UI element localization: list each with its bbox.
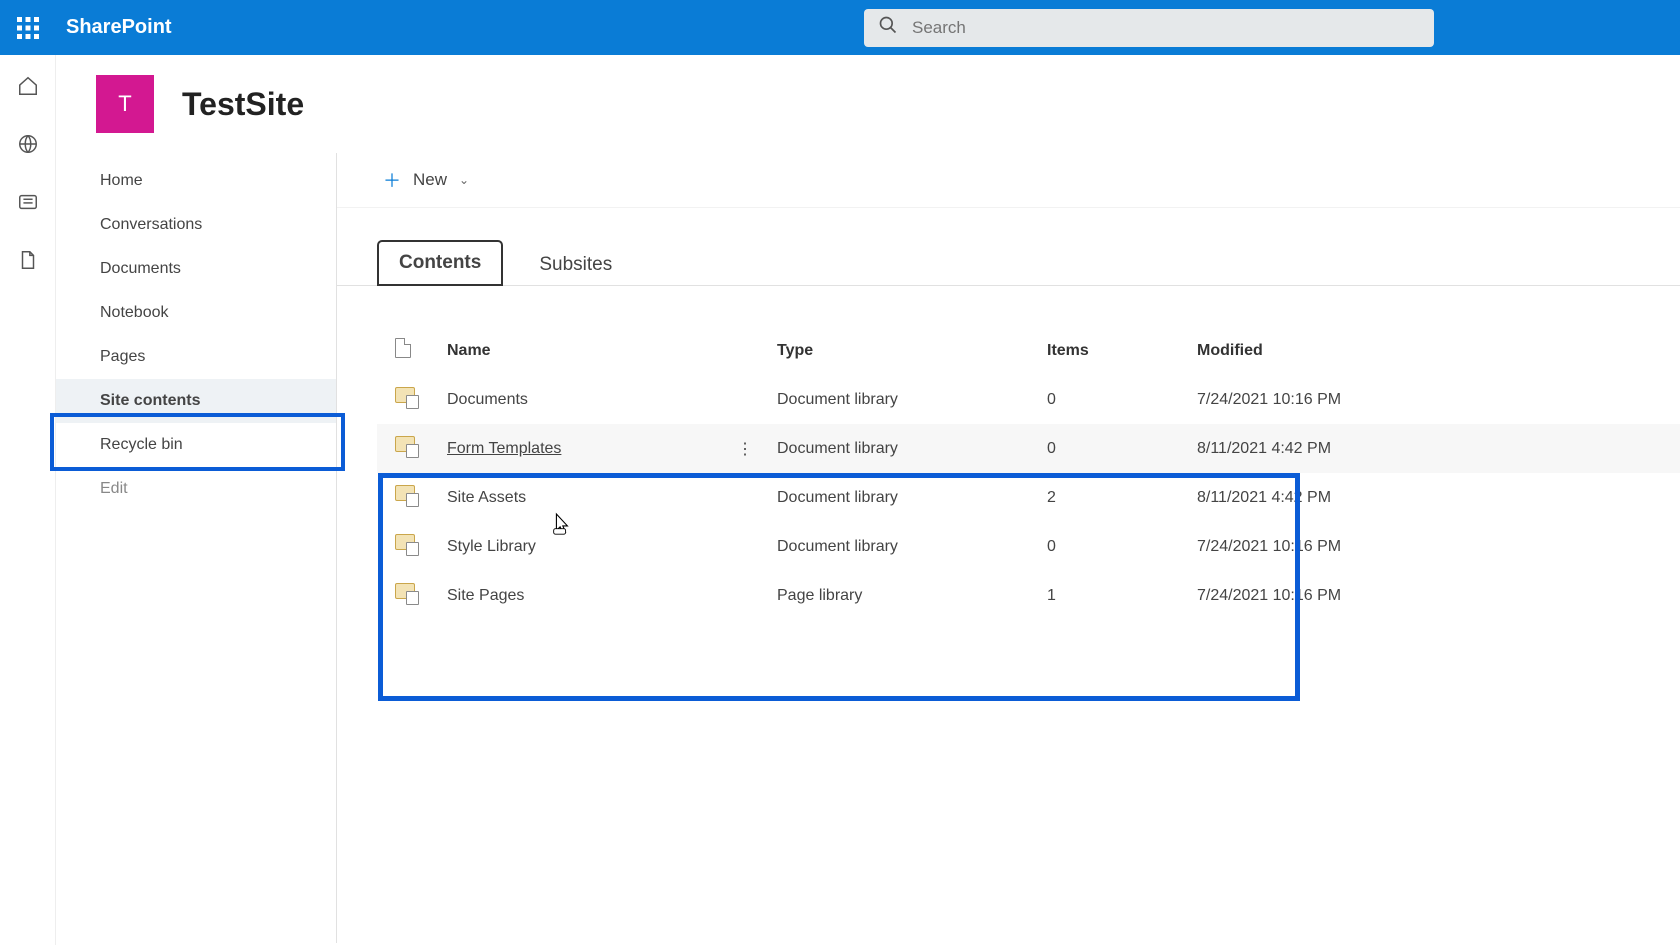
site-logo[interactable]: T	[96, 75, 154, 133]
site-contents-table: Name Type Items Modified DocumentsDocume…	[377, 326, 1680, 620]
site-header: T TestSite	[56, 55, 1680, 153]
row-items: 1	[1047, 571, 1197, 620]
library-icon	[395, 436, 417, 456]
home-icon[interactable]	[17, 75, 39, 97]
column-header-name[interactable]: Name	[447, 326, 737, 375]
library-icon	[395, 534, 417, 554]
nav-item-notebook[interactable]: Notebook	[56, 291, 336, 335]
row-items: 2	[1047, 473, 1197, 522]
row-name[interactable]: Site Assets	[447, 489, 526, 506]
row-modified: 8/11/2021 4:42 PM	[1197, 473, 1680, 522]
tab-row: Contents Subsites	[337, 208, 1680, 286]
row-type: Document library	[777, 473, 1047, 522]
column-header-items[interactable]: Items	[1047, 326, 1197, 375]
file-icon[interactable]	[17, 249, 39, 271]
app-rail	[0, 55, 56, 945]
plus-icon: ＋	[383, 167, 401, 193]
tab-contents[interactable]: Contents	[377, 240, 503, 286]
suite-bar: SharePoint	[0, 0, 1680, 55]
app-launcher-icon[interactable]	[16, 16, 40, 40]
left-navigation: HomeConversationsDocumentsNotebookPagesS…	[56, 153, 337, 943]
nav-item-site-contents[interactable]: Site contents	[56, 379, 336, 423]
new-button[interactable]: ＋ New ⌄	[383, 167, 469, 193]
row-modified: 7/24/2021 10:16 PM	[1197, 571, 1680, 620]
table-row[interactable]: Documents Document library07/24/2021 10:1…	[377, 375, 1680, 424]
table-row[interactable]: Style Library Document library07/24/2021 …	[377, 522, 1680, 571]
search-box[interactable]	[864, 9, 1434, 47]
site-contents-table-wrap: Name Type Items Modified DocumentsDocume…	[337, 286, 1680, 620]
search-input[interactable]	[912, 18, 1420, 38]
row-items: 0	[1047, 424, 1197, 473]
row-type: Document library	[777, 375, 1047, 424]
column-header-type[interactable]: Type	[777, 326, 1047, 375]
library-icon	[395, 387, 417, 407]
row-name[interactable]: Site Pages	[447, 587, 524, 604]
brand-name[interactable]: SharePoint	[66, 16, 172, 39]
column-header-icon	[377, 326, 447, 375]
globe-icon[interactable]	[17, 133, 39, 155]
row-name[interactable]: Form Templates	[447, 440, 561, 457]
row-modified: 7/24/2021 10:16 PM	[1197, 375, 1680, 424]
news-icon[interactable]	[17, 191, 39, 213]
nav-item-documents[interactable]: Documents	[56, 247, 336, 291]
content-area: T TestSite HomeConversationsDocumentsNot…	[56, 55, 1680, 945]
site-title[interactable]: TestSite	[182, 86, 304, 123]
main-pane: ＋ New ⌄ Contents Subsites Name Type Items	[337, 153, 1680, 943]
table-row[interactable]: Site Pages Page library17/24/2021 10:16 P…	[377, 571, 1680, 620]
row-name[interactable]: Documents	[447, 391, 528, 408]
nav-item-recycle-bin[interactable]: Recycle bin	[56, 423, 336, 467]
row-name[interactable]: Style Library	[447, 538, 536, 555]
search-icon	[878, 15, 912, 40]
nav-item-conversations[interactable]: Conversations	[56, 203, 336, 247]
row-modified: 8/11/2021 4:42 PM	[1197, 424, 1680, 473]
column-header-modified[interactable]: Modified	[1197, 326, 1680, 375]
row-type: Document library	[777, 522, 1047, 571]
table-row[interactable]: Site Assets Document library28/11/2021 4:…	[377, 473, 1680, 522]
table-row[interactable]: Form Templates ⋮ Document library08/11/202…	[377, 424, 1680, 473]
new-button-label: New	[413, 170, 447, 190]
tab-subsites[interactable]: Subsites	[519, 244, 632, 286]
chevron-down-icon: ⌄	[459, 173, 469, 187]
nav-edit-link[interactable]: Edit	[56, 467, 336, 511]
row-items: 0	[1047, 375, 1197, 424]
library-icon	[395, 485, 417, 505]
row-modified: 7/24/2021 10:16 PM	[1197, 522, 1680, 571]
more-icon[interactable]: ⋮	[737, 441, 753, 458]
row-type: Document library	[777, 424, 1047, 473]
nav-item-home[interactable]: Home	[56, 159, 336, 203]
document-icon	[395, 338, 411, 358]
row-type: Page library	[777, 571, 1047, 620]
row-items: 0	[1047, 522, 1197, 571]
library-icon	[395, 583, 417, 603]
command-bar: ＋ New ⌄	[337, 153, 1680, 208]
nav-item-pages[interactable]: Pages	[56, 335, 336, 379]
